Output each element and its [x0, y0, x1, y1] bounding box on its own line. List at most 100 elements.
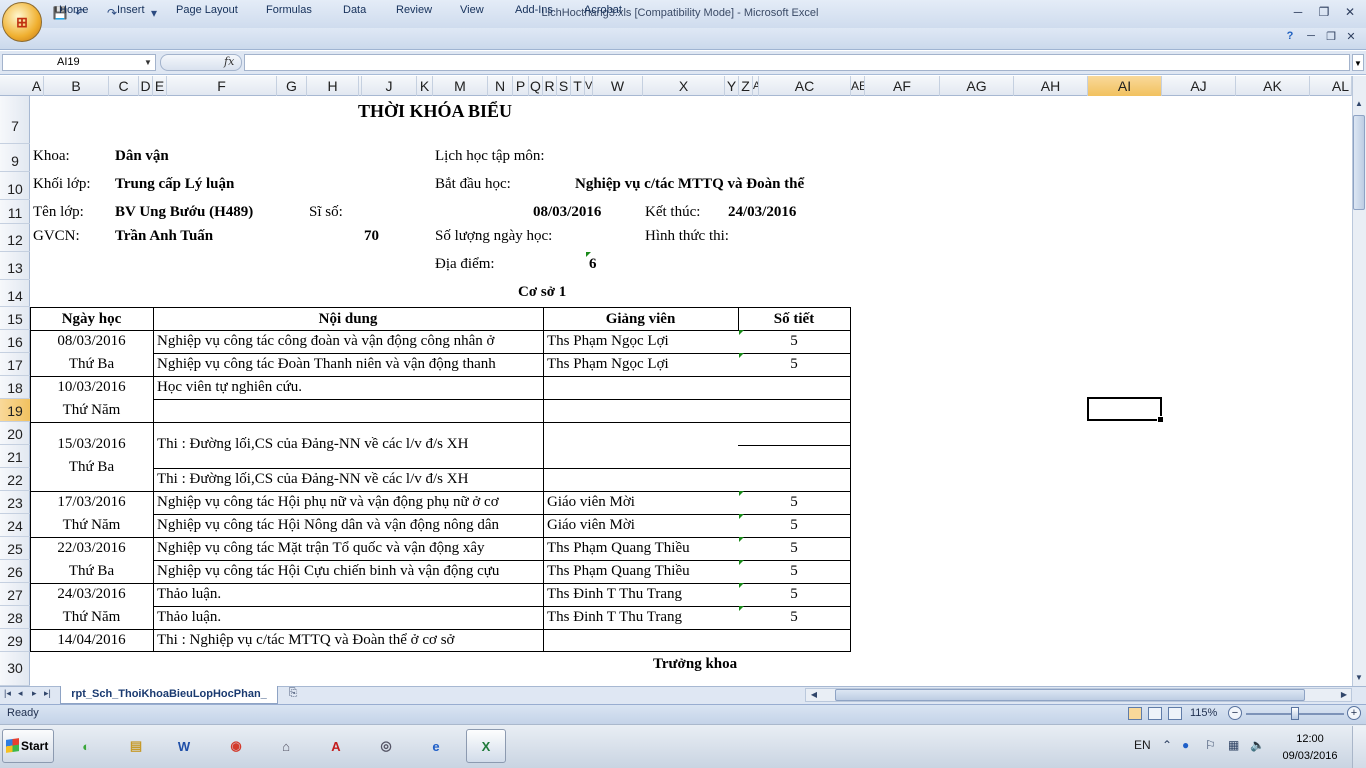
- prev-sheet-icon[interactable]: ◂: [18, 688, 23, 699]
- page-layout-view-icon[interactable]: [1148, 707, 1162, 720]
- expand-formula-bar-icon[interactable]: ▼: [1352, 54, 1364, 71]
- column-header[interactable]: D: [139, 76, 153, 96]
- column-header[interactable]: E: [153, 76, 167, 96]
- chrome-icon[interactable]: ◉: [216, 729, 256, 763]
- next-sheet-icon[interactable]: ▸: [32, 688, 37, 699]
- row-header[interactable]: 17: [0, 353, 30, 376]
- unikey-icon[interactable]: e: [416, 729, 456, 763]
- volume-icon[interactable]: 🔈: [1250, 738, 1265, 752]
- show-desktop-button[interactable]: [1352, 726, 1366, 768]
- column-header[interactable]: P: [513, 76, 529, 96]
- chevron-down-icon[interactable]: ▼: [144, 58, 152, 67]
- row-header[interactable]: 30: [0, 652, 30, 686]
- row-header[interactable]: 14: [0, 280, 30, 307]
- column-header[interactable]: H: [307, 76, 359, 96]
- zoom-slider-thumb[interactable]: [1291, 707, 1299, 720]
- row-header[interactable]: 11: [0, 200, 30, 224]
- tab-data[interactable]: Data: [343, 4, 366, 18]
- row-header[interactable]: 27: [0, 583, 30, 606]
- insert-function-icon[interactable]: fx: [224, 55, 234, 68]
- vertical-scroll-thumb[interactable]: [1353, 115, 1365, 210]
- row-header[interactable]: 13: [0, 252, 30, 280]
- column-header[interactable]: Z: [739, 76, 753, 96]
- row-header[interactable]: 20: [0, 422, 30, 445]
- column-header[interactable]: W: [593, 76, 643, 96]
- row-header[interactable]: 21: [0, 445, 30, 468]
- workbook-close-button[interactable]: ✕: [1344, 30, 1358, 43]
- first-sheet-icon[interactable]: |◂: [4, 688, 11, 699]
- row-header[interactable]: 12: [0, 224, 30, 252]
- column-header[interactable]: J: [362, 76, 417, 96]
- insert-sheet-icon[interactable]: ⎘: [282, 687, 304, 702]
- network-tray-icon[interactable]: ▦: [1228, 738, 1239, 752]
- tab-formulas[interactable]: Formulas: [266, 4, 312, 18]
- row-header[interactable]: 7: [0, 96, 30, 144]
- column-header[interactable]: B: [44, 76, 109, 96]
- column-header[interactable]: C: [109, 76, 139, 96]
- column-header[interactable]: AE: [851, 76, 865, 96]
- tab-review[interactable]: Review: [396, 4, 432, 18]
- coc-coc-icon[interactable]: ◐: [66, 729, 106, 763]
- column-header[interactable]: R: [543, 76, 557, 96]
- column-header[interactable]: Y: [725, 76, 739, 96]
- tab-add-ins[interactable]: Add-Ins: [515, 4, 553, 18]
- column-header[interactable]: AF: [865, 76, 940, 96]
- row-header[interactable]: 25: [0, 537, 30, 560]
- scroll-up-icon[interactable]: ▲: [1353, 99, 1365, 108]
- office-button[interactable]: ⊞: [2, 2, 42, 42]
- row-header[interactable]: 28: [0, 606, 30, 629]
- column-header[interactable]: A: [30, 76, 44, 96]
- zoom-level[interactable]: 115%: [1190, 707, 1217, 719]
- minimize-button[interactable]: ─: [1286, 3, 1310, 21]
- row-header[interactable]: 18: [0, 376, 30, 399]
- action-center-icon[interactable]: ⚐: [1205, 738, 1216, 752]
- sheet-tab-active[interactable]: rpt_Sch_ThoiKhoaBieuLopHocPhan_: [60, 686, 278, 704]
- column-header-selected[interactable]: AI: [1088, 76, 1162, 96]
- customize-qat-icon[interactable]: ▾: [146, 5, 162, 21]
- column-header[interactable]: T: [571, 76, 585, 96]
- clock-time[interactable]: 12:00: [1280, 733, 1340, 745]
- column-header[interactable]: Q: [529, 76, 543, 96]
- tab-insert[interactable]: Insert: [117, 4, 145, 18]
- row-header[interactable]: 10: [0, 172, 30, 200]
- zoom-in-icon[interactable]: +: [1347, 706, 1361, 720]
- row-header[interactable]: 26: [0, 560, 30, 583]
- network-icon[interactable]: ⌂: [266, 729, 306, 763]
- column-header[interactable]: AK: [1236, 76, 1310, 96]
- workbook-restore-button[interactable]: ❐: [1324, 30, 1338, 43]
- zoom-out-icon[interactable]: −: [1228, 706, 1242, 720]
- row-header[interactable]: 9: [0, 144, 30, 172]
- tab-view[interactable]: View: [460, 4, 484, 18]
- language-indicator[interactable]: EN: [1134, 738, 1151, 752]
- column-header[interactable]: AC: [759, 76, 851, 96]
- row-header-selected[interactable]: 19: [0, 399, 30, 422]
- close-button[interactable]: ✕: [1338, 3, 1362, 21]
- name-box[interactable]: AI19: [2, 54, 156, 71]
- search-tool-icon[interactable]: ◎: [366, 729, 406, 763]
- column-header[interactable]: V: [585, 76, 593, 96]
- excel-icon[interactable]: X: [466, 729, 506, 763]
- last-sheet-icon[interactable]: ▸|: [44, 688, 51, 699]
- formula-input[interactable]: [244, 54, 1350, 71]
- column-header[interactable]: F: [167, 76, 277, 96]
- column-header[interactable]: K: [417, 76, 433, 96]
- tab-page-layout[interactable]: Page Layout: [176, 4, 238, 18]
- column-header[interactable]: N: [488, 76, 513, 96]
- tab-home[interactable]: Home: [59, 4, 88, 18]
- row-header[interactable]: 23: [0, 491, 30, 514]
- column-header[interactable]: AG: [940, 76, 1014, 96]
- column-header[interactable]: X: [643, 76, 725, 96]
- column-header[interactable]: AH: [1014, 76, 1088, 96]
- scroll-right-icon[interactable]: ▶: [1338, 690, 1350, 699]
- page-break-view-icon[interactable]: [1168, 707, 1182, 720]
- column-header[interactable]: AJ: [1162, 76, 1236, 96]
- unikey-tray-icon[interactable]: ●: [1182, 738, 1189, 752]
- row-header[interactable]: 15: [0, 307, 30, 330]
- file-explorer-icon[interactable]: ▤: [116, 729, 156, 763]
- row-header[interactable]: 24: [0, 514, 30, 537]
- word-icon[interactable]: W: [164, 729, 204, 763]
- workbook-minimize-button[interactable]: ─: [1304, 30, 1318, 42]
- active-cell-ai19[interactable]: [1087, 397, 1164, 423]
- row-header[interactable]: 29: [0, 629, 30, 652]
- help-icon[interactable]: ?: [1283, 30, 1297, 42]
